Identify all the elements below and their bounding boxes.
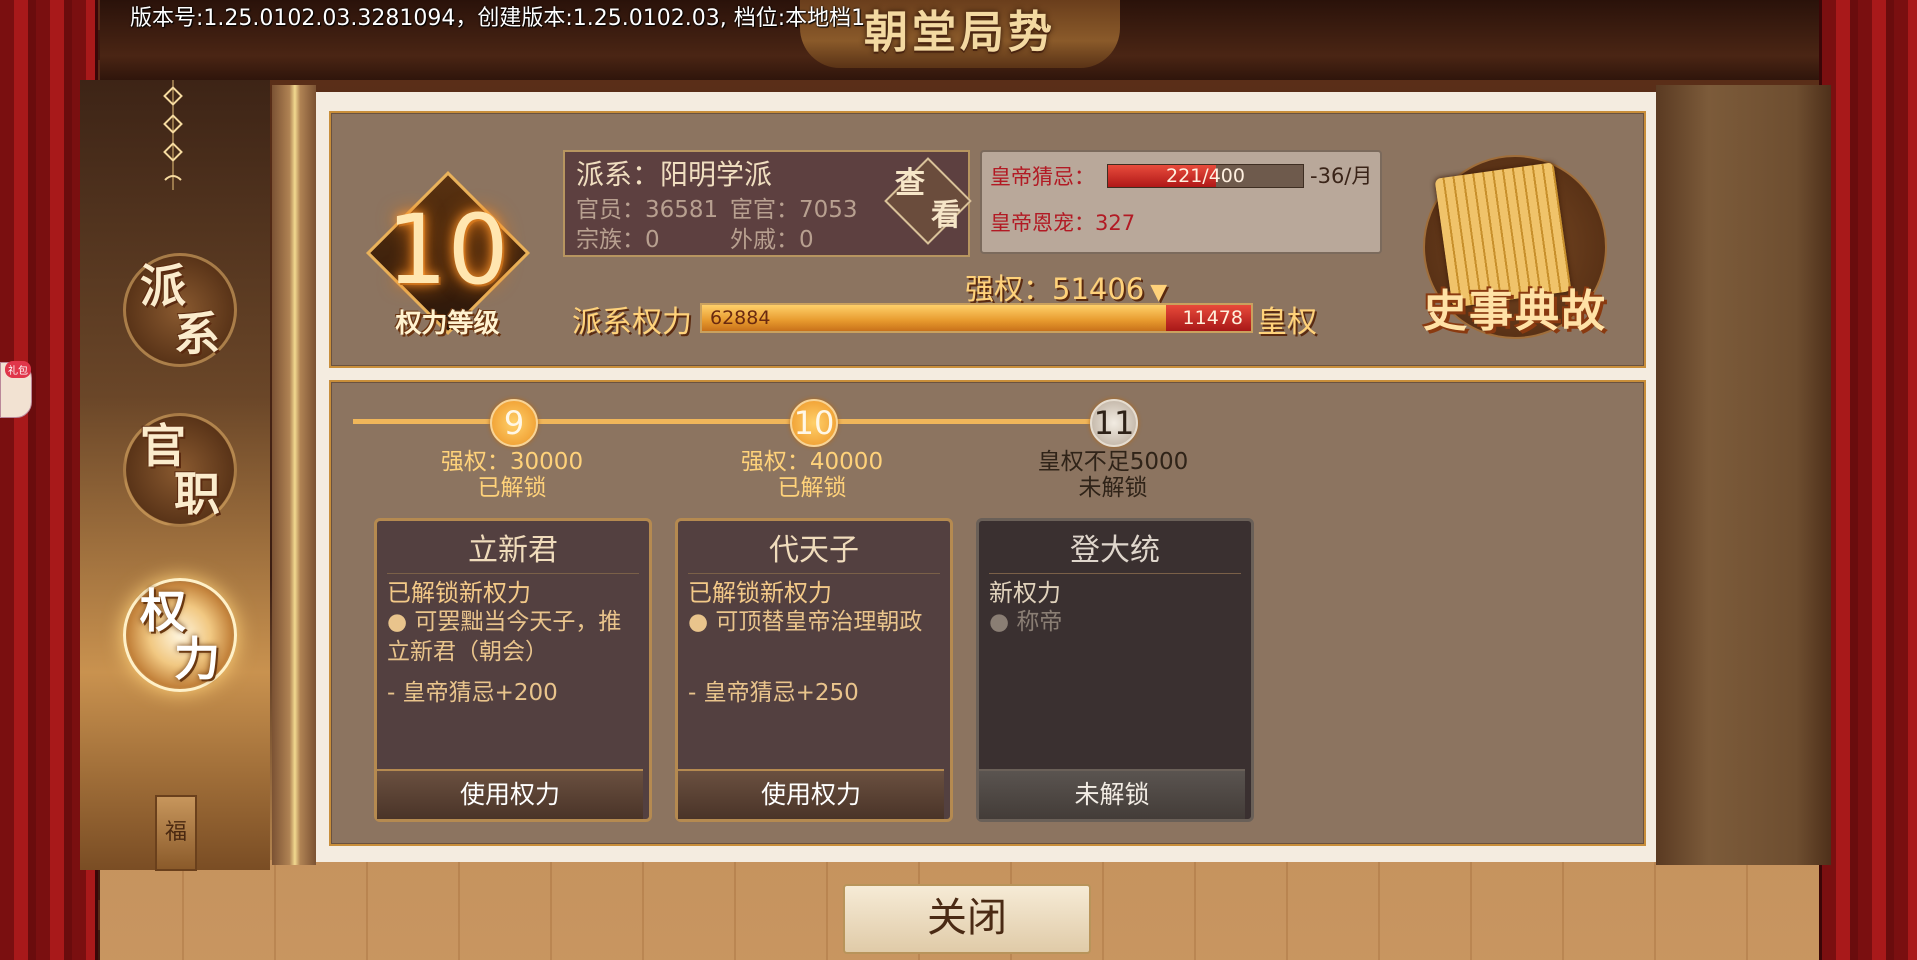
milestone-11-status: 未解锁 — [1078, 475, 1148, 501]
power-level-label: 权力等级 — [395, 309, 500, 339]
imperial-power-label: 皇权 — [1257, 305, 1317, 340]
scroll-roller-right — [1656, 85, 1831, 865]
hanging-ornament-icon — [163, 80, 183, 190]
power-card-new-ruler: 立新君 已解锁新权力 ● 可罢黜当今天子，推立新君（朝会） - 皇帝猜忌+200… — [374, 518, 652, 822]
gift-pack-button[interactable]: 礼包 — [0, 361, 32, 418]
faction-eunuchs: 宦官：7053 — [730, 197, 858, 223]
card-title: 代天子 — [688, 525, 940, 574]
power-card-regent: 代天子 已解锁新权力 ● 可顶替皇帝治理朝政 - 皇帝猜忌+250 使用权力 — [675, 518, 953, 822]
faction-name: 派系：阳明学派 — [576, 158, 773, 191]
milestone-10-condition: 强权：40000 — [740, 449, 884, 475]
imperial-power-value: 11478 — [1182, 307, 1243, 329]
card-description: ● 可顶替皇帝治理朝政 — [688, 609, 923, 635]
milestone-9-condition: 强权：30000 — [440, 449, 584, 475]
card-title: 立新君 — [387, 525, 639, 574]
tab-power[interactable]: 权 力 — [105, 560, 255, 710]
faction-power-label: 派系权力 — [572, 305, 692, 340]
card-subtitle: 新权力 — [989, 579, 1061, 607]
progress-track — [353, 419, 1093, 424]
tab-faction[interactable]: 派 系 — [105, 235, 255, 385]
faction-power-value: 62884 — [710, 307, 771, 329]
gift-badge-label: 礼包 — [5, 361, 31, 378]
close-button[interactable]: 关闭 — [843, 884, 1091, 954]
card-cost: - 皇帝猜忌+250 — [688, 680, 859, 706]
milestone-node-11: 11 — [1090, 399, 1138, 447]
scroll-roller-left — [272, 85, 316, 865]
tab-power-label-top: 权 — [140, 584, 186, 638]
card-title: 登大统 — [989, 525, 1241, 574]
faction-power-fill — [702, 305, 1167, 331]
use-power-button[interactable]: 使用权力 — [678, 769, 944, 819]
card-description: ● 可罢黜当今天子，推立新君（朝会） — [387, 609, 622, 665]
power-card-throne: 登大统 新权力 ● 称帝 未解锁 — [976, 518, 1254, 822]
emperor-favor: 皇帝恩宠：327 — [990, 211, 1136, 235]
suspicion-rate: -36/月 — [1310, 164, 1373, 188]
card-cost: - 皇帝猜忌+200 — [387, 680, 558, 706]
strong-power-value: 强权：51406 ▼ — [965, 266, 1167, 308]
milestone-11-condition: 皇权不足5000 — [1037, 449, 1189, 475]
version-text: 版本号:1.25.0102.03.3281094，创建版本:1.25.0102.… — [130, 6, 866, 31]
card-subtitle: 已解锁新权力 — [387, 579, 531, 607]
milestone-node-10: 10 — [790, 399, 838, 447]
card-subtitle: 已解锁新权力 — [688, 579, 832, 607]
power-level-value: 10 — [386, 194, 509, 306]
tab-office-label-top: 官 — [140, 419, 186, 473]
faction-clan: 宗族：0 — [576, 227, 660, 253]
view-label-2: 看 — [931, 198, 961, 233]
milestone-9-status: 已解锁 — [477, 475, 547, 501]
faction-officials: 官员：36581 — [576, 197, 719, 223]
power-level-badge: 10 权力等级 — [360, 170, 535, 350]
milestone-node-9: 9 — [490, 399, 538, 447]
card-description: ● 称帝 — [989, 609, 1063, 635]
power-balance-bar: 62884 11478 — [700, 303, 1253, 333]
tab-power-label-bottom: 力 — [174, 632, 220, 686]
suspicion-bar-text: 221/400 — [1166, 165, 1245, 187]
faction-in-laws: 外戚：0 — [730, 227, 814, 253]
strong-power-text: 强权：51406 — [965, 272, 1145, 306]
fu-plaque: 福 — [155, 795, 197, 871]
tab-faction-label-top: 派 — [140, 259, 186, 313]
right-curtain — [1819, 0, 1917, 960]
suspicion-bar: 221/400 — [1107, 164, 1304, 188]
tab-office[interactable]: 官 职 — [105, 395, 255, 545]
milestone-10-status: 已解锁 — [777, 475, 847, 501]
use-power-button[interactable]: 使用权力 — [377, 769, 643, 819]
down-arrow-icon: ▼ — [1150, 280, 1168, 305]
emperor-suspicion-label: 皇帝猜忌： — [990, 165, 1095, 189]
locked-power-button[interactable]: 未解锁 — [979, 769, 1245, 819]
view-faction-button[interactable]: 查 看 — [884, 157, 972, 245]
tab-faction-label-bottom: 系 — [174, 307, 220, 361]
history-allusions-button[interactable]: 史事典故 — [1395, 150, 1635, 345]
view-label-1: 查 — [895, 166, 925, 201]
view-button-label: 查 看 — [887, 168, 967, 232]
tab-office-label-bottom: 职 — [174, 467, 220, 521]
history-allusions-label: 史事典故 — [1423, 286, 1607, 337]
